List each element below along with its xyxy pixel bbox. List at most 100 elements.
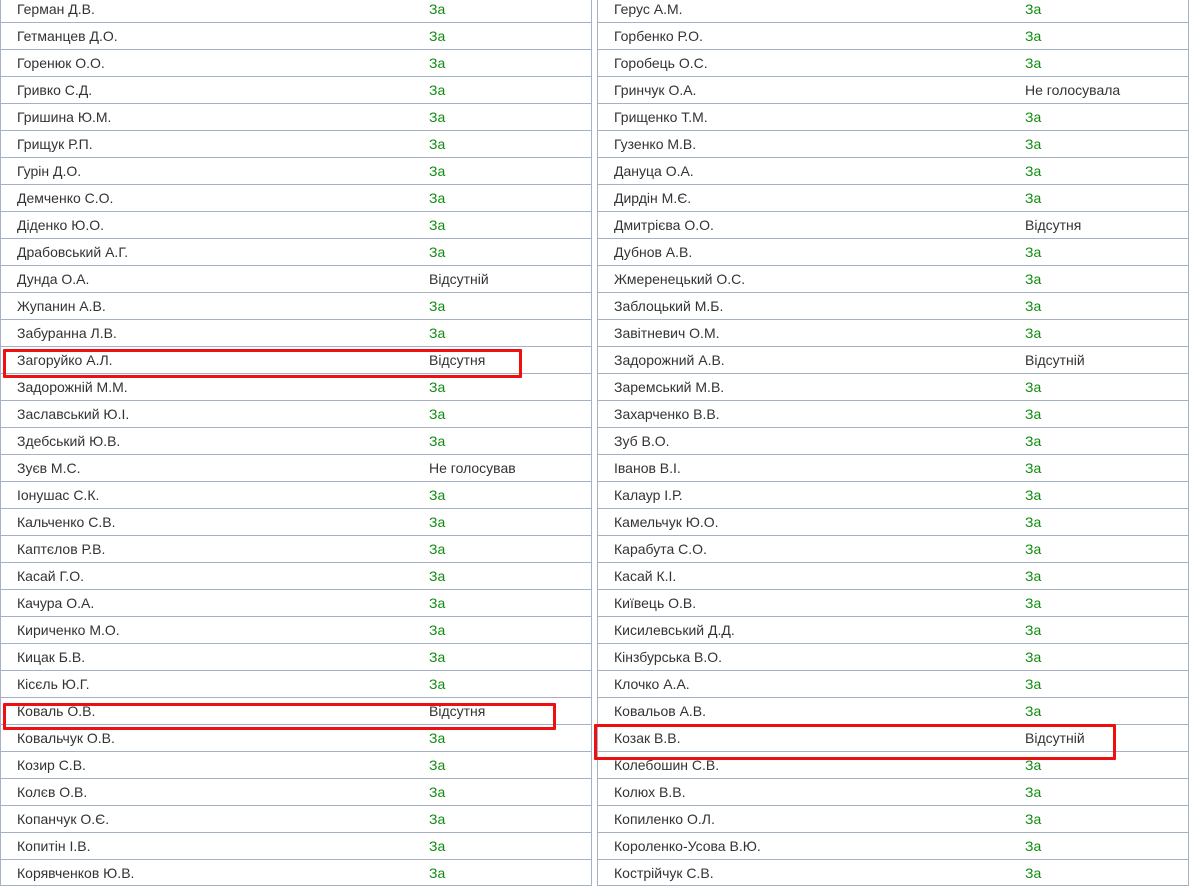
member-row: Горбенко Р.О. За [597, 22, 1189, 49]
member-row: Зуб В.О. За [597, 427, 1189, 454]
member-row: Копиленко О.Л. За [597, 805, 1189, 832]
vote-result: За [1025, 703, 1042, 719]
member-name: Кицак Б.В. [17, 649, 86, 665]
vote-result: Відсутній [429, 271, 489, 287]
vote-result: За [429, 109, 446, 125]
vote-result: За [1025, 298, 1042, 314]
member-name: Завітневич О.М. [614, 325, 720, 341]
member-name: Дануца О.А. [614, 163, 694, 179]
member-name: Коваль О.В. [17, 703, 96, 719]
vote-result: Не голосувала [1025, 82, 1121, 98]
member-name: Копиленко О.Л. [614, 811, 715, 827]
member-row: Задорожний А.В. Відсутній [597, 346, 1189, 373]
vote-result: За [1025, 28, 1042, 44]
vote-result: За [1025, 595, 1042, 611]
vote-result: За [1025, 271, 1042, 287]
member-row: Київець О.В. За [597, 589, 1189, 616]
member-row: Жмеренецький О.С. За [597, 265, 1189, 292]
member-name: Горенюк О.О. [17, 55, 105, 71]
vote-result: За [429, 325, 446, 341]
member-row: Камельчук Ю.О. За [597, 508, 1189, 535]
member-name: Карабута С.О. [614, 541, 707, 557]
vote-result: За [1025, 676, 1042, 692]
vote-result: За [429, 865, 446, 881]
member-name: Ковальов А.В. [614, 703, 707, 719]
member-name: Герус А.М. [614, 1, 683, 17]
member-name: Жупанин А.В. [17, 298, 106, 314]
member-row: Коваль О.В. Відсутня [0, 697, 592, 724]
member-name: Касай К.І. [614, 568, 677, 584]
member-name: Здебський Ю.В. [17, 433, 121, 449]
vote-list-left: Герман Д.В. За Гетманцев Д.О. За Горенюк О.О… [0, 0, 592, 886]
member-name: Гринчук О.А. [614, 82, 697, 98]
member-name: Гетманцев Д.О. [17, 28, 118, 44]
member-row: Кириченко М.О. За [0, 616, 592, 643]
member-name: Захарченко В.В. [614, 406, 720, 422]
member-name: Зуб В.О. [614, 433, 670, 449]
member-name: Каптєлов Р.В. [17, 541, 106, 557]
member-name: Кінзбурська В.О. [614, 649, 723, 665]
member-row: Колєв О.В. За [0, 778, 592, 805]
member-row: Здебський Ю.В. За [0, 427, 592, 454]
member-row: Іванов В.І. За [597, 454, 1189, 481]
member-name: Демченко С.О. [17, 190, 114, 206]
vote-result: За [1025, 109, 1042, 125]
vote-result: За [429, 595, 446, 611]
member-name: Київець О.В. [614, 595, 697, 611]
member-row: Діденко Ю.О. За [0, 211, 592, 238]
member-name: Заремський М.В. [614, 379, 725, 395]
member-row: Зуєв М.С. Не голосував [0, 454, 592, 481]
member-row: Ковальов А.В. За [597, 697, 1189, 724]
member-row: Забуранна Л.В. За [0, 319, 592, 346]
member-name: Забуранна Л.В. [17, 325, 117, 341]
member-row: Іонушас С.К. За [0, 481, 592, 508]
member-name: Короленко-Усова В.Ю. [614, 838, 761, 854]
member-row: Дунда О.А. Відсутній [0, 265, 592, 292]
vote-result: За [1025, 838, 1042, 854]
vote-result: За [429, 136, 446, 152]
member-row: Заблоцький М.Б. За [597, 292, 1189, 319]
member-name: Гузенко М.В. [614, 136, 697, 152]
member-row: Кисилевський Д.Д. За [597, 616, 1189, 643]
member-name: Драбовський А.Г. [17, 244, 129, 260]
member-name: Кисилевський Д.Д. [614, 622, 735, 638]
member-name: Ковальчук О.В. [17, 730, 115, 746]
vote-result: За [1025, 649, 1042, 665]
vote-result: За [1025, 190, 1042, 206]
member-row: Дануца О.А. За [597, 157, 1189, 184]
vote-result: За [429, 514, 446, 530]
member-name: Камельчук Ю.О. [614, 514, 719, 530]
vote-result: За [1025, 325, 1042, 341]
member-name: Заблоцький М.Б. [614, 298, 724, 314]
member-row: Дмитрієва О.О. Відсутня [597, 211, 1189, 238]
member-row: Калаур І.Р. За [597, 481, 1189, 508]
member-row: Грищенко Т.М. За [597, 103, 1189, 130]
vote-result: За [429, 379, 446, 395]
member-name: Копанчук О.Є. [17, 811, 110, 827]
vote-result: За [429, 433, 446, 449]
vote-result: За [429, 568, 446, 584]
member-row: Клочко А.А. За [597, 670, 1189, 697]
member-row: Кінзбурська В.О. За [597, 643, 1189, 670]
vote-result: За [1025, 757, 1042, 773]
member-name: Дубнов А.В. [614, 244, 693, 260]
vote-result: За [429, 55, 446, 71]
vote-result: Відсутній [1025, 352, 1085, 368]
vote-result: Відсутня [429, 703, 486, 719]
member-row: Заремський М.В. За [597, 373, 1189, 400]
vote-result: За [1025, 811, 1042, 827]
member-name: Загоруйко А.Л. [17, 352, 113, 368]
member-row: Колебошин С.В. За [597, 751, 1189, 778]
member-name: Горбенко Р.О. [614, 28, 703, 44]
vote-result: За [429, 784, 446, 800]
member-name: Задорожний А.В. [614, 352, 725, 368]
member-name: Грищенко Т.М. [614, 109, 708, 125]
vote-result: За [429, 811, 446, 827]
vote-result: За [429, 82, 446, 98]
vote-result: За [429, 28, 446, 44]
vote-result: За [429, 406, 446, 422]
member-row: Ковальчук О.В. За [0, 724, 592, 751]
member-name: Колєв О.В. [17, 784, 88, 800]
vote-result: За [429, 541, 446, 557]
member-name: Колебошин С.В. [614, 757, 720, 773]
